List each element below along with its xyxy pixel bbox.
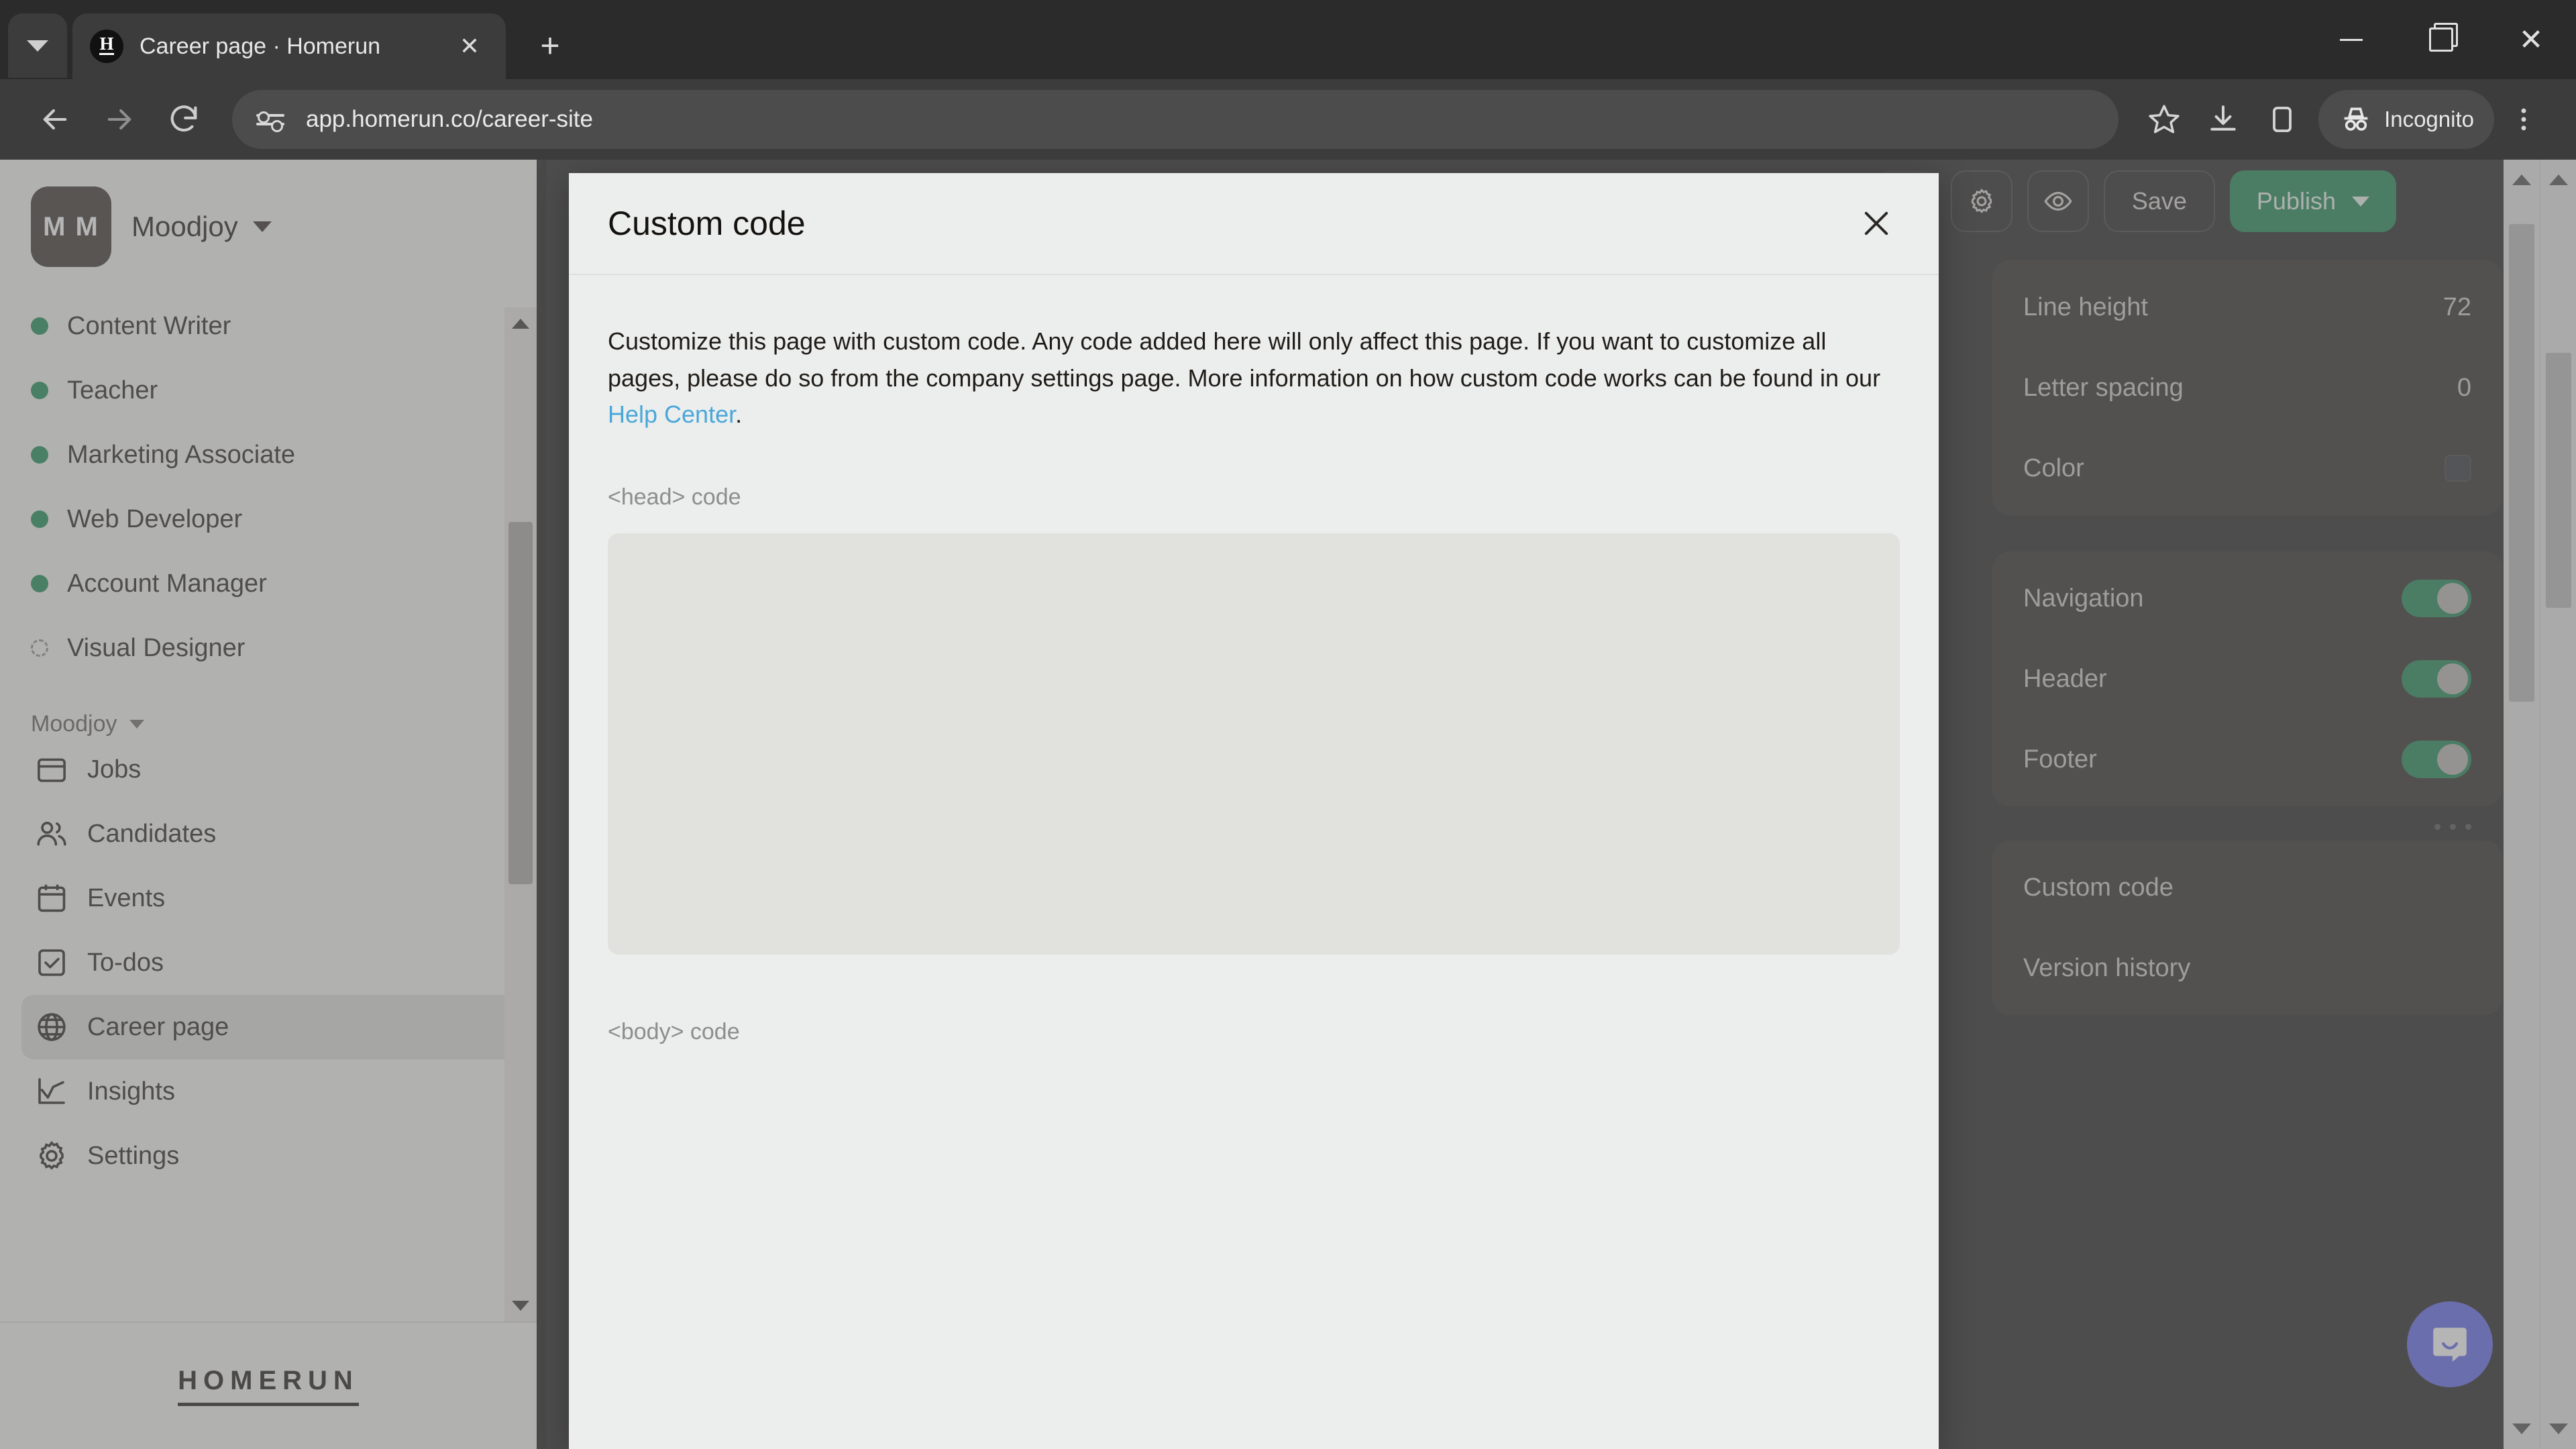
address-bar[interactable]: app.homerun.co/career-site <box>232 90 2119 149</box>
tab-close-button[interactable]: ✕ <box>451 28 488 65</box>
tab-search-button[interactable] <box>8 13 67 78</box>
chevron-down-icon <box>27 40 48 52</box>
head-code-label: <head> code <box>608 484 741 511</box>
close-icon[interactable] <box>1851 199 1901 248</box>
modal-body: Customize this page with custom code. An… <box>569 275 1939 1045</box>
modal-title: Custom code <box>608 205 806 242</box>
back-button[interactable] <box>23 87 87 152</box>
tab-strip: H Career page · Homerun ✕ + ✕ <box>0 0 2576 79</box>
window-maximize-button[interactable] <box>2396 0 2486 79</box>
page-viewport: M M Moodjoy Content Writer Teacher Marke… <box>0 160 2576 1449</box>
browser-window: H Career page · Homerun ✕ + ✕ app.homeru… <box>0 0 2576 1449</box>
profile-label: Incognito <box>2384 107 2474 131</box>
side-panel-icon[interactable] <box>2253 90 2312 149</box>
address-bar-url: app.homerun.co/career-site <box>306 106 593 132</box>
download-icon[interactable] <box>2194 90 2253 149</box>
new-tab-button[interactable]: + <box>525 20 576 71</box>
three-dot-menu-icon[interactable] <box>2494 90 2553 149</box>
star-icon[interactable] <box>2135 90 2194 149</box>
browser-toolbar: app.homerun.co/career-site Incognito <box>0 79 2576 160</box>
browser-tab[interactable]: H Career page · Homerun ✕ <box>72 13 506 79</box>
window-minimize-button[interactable] <box>2306 0 2396 79</box>
help-center-link[interactable]: Help Center <box>608 400 735 428</box>
modal-header: Custom code <box>569 173 1939 275</box>
head-code-textarea[interactable] <box>608 533 1900 955</box>
incognito-icon <box>2344 107 2368 131</box>
window-close-button[interactable]: ✕ <box>2486 0 2576 79</box>
profile-chip[interactable]: Incognito <box>2318 90 2494 149</box>
modal-description: Customize this page with custom code. An… <box>608 323 1900 433</box>
forward-button[interactable] <box>87 87 152 152</box>
favicon-letter: H <box>99 34 114 56</box>
tab-title: Career page · Homerun <box>140 33 381 59</box>
modal-description-tail: . <box>735 400 743 429</box>
window-controls: ✕ <box>2306 0 2576 79</box>
reload-button[interactable] <box>152 87 216 152</box>
modal-description-text: Customize this page with custom code. An… <box>608 327 1881 392</box>
tab-favicon: H <box>90 30 123 63</box>
body-code-label: <body> code <box>608 1019 740 1045</box>
custom-code-modal: Custom code Customize this page with cus… <box>569 173 1939 1449</box>
site-settings-icon[interactable] <box>250 99 291 140</box>
